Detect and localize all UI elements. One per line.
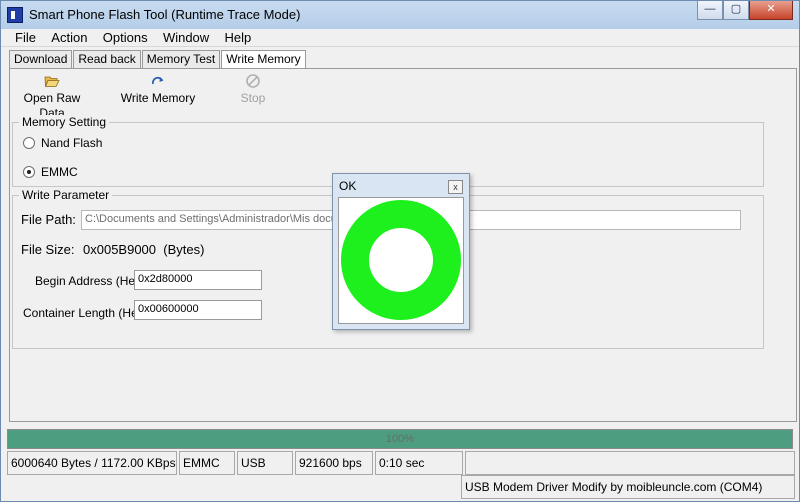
file-path-label: File Path: [21,212,76,227]
status-interface: USB [237,451,293,475]
progress-text: 100% [385,433,415,445]
radio-emmc[interactable]: EMMC [23,165,78,179]
ok-dialog-close-button[interactable]: x [448,180,463,194]
close-button[interactable]: ✕ [749,1,793,20]
open-raw-data-button[interactable]: Open Raw Data [12,73,92,121]
menu-file[interactable]: File [9,29,42,47]
menu-window[interactable]: Window [157,29,215,47]
ok-dialog-body [338,197,464,324]
status-bar: 6000640 Bytes / 1172.00 KBps EMMC USB 92… [7,451,795,475]
begin-address-field[interactable]: 0x2d80000 [134,270,262,290]
ok-dialog: OK x [332,173,470,330]
title-bar[interactable]: Smart Phone Flash Tool (Runtime Trace Mo… [1,1,799,29]
write-parameter-legend: Write Parameter [19,188,113,202]
green-ring-icon [341,200,461,320]
tab-download[interactable]: Download [9,50,73,69]
status-transfer: 6000640 Bytes / 1172.00 KBps [7,451,177,475]
file-size-value: 0x005B9000 (Bytes) [83,242,205,257]
tab-read-back[interactable]: Read back [73,50,141,69]
status-blank [465,451,795,475]
tab-memory-test[interactable]: Memory Test [141,50,221,69]
status-storage: EMMC [179,451,235,475]
folder-open-icon [44,76,60,87]
status-time: 0:10 sec [375,451,463,475]
write-memory-label: Write Memory [120,91,196,105]
ok-dialog-title: OK [339,179,357,193]
write-memory-button[interactable]: Write Memory [120,73,196,106]
status-driver: USB Modem Driver Modify by moibleuncle.c… [461,475,795,499]
window-controls: — ▢ ✕ [697,1,793,20]
maximize-button[interactable]: ▢ [723,1,749,20]
status-bar-2: USB Modem Driver Modify by moibleuncle.c… [7,475,795,499]
minimize-button[interactable]: — [697,1,723,20]
radio-nand-flash[interactable]: Nand Flash [23,136,102,150]
stop-icon [246,74,260,88]
nand-flash-radio-button[interactable] [23,137,35,149]
status-baud: 921600 bps [295,451,373,475]
nand-flash-label: Nand Flash [41,136,103,150]
menu-help[interactable]: Help [219,29,258,47]
progress-bar: 100% [7,429,793,449]
tab-write-memory[interactable]: Write Memory [221,50,306,70]
tab-strip: Download Read back Memory Test Write Mem… [9,50,307,70]
container-length-field[interactable]: 0x00600000 [134,300,262,320]
menu-bar: File Action Options Window Help [1,29,799,47]
emmc-radio-button[interactable] [23,166,35,178]
stop-button[interactable]: Stop [236,73,270,106]
file-size-label: File Size: [21,242,75,257]
menu-action[interactable]: Action [45,29,93,47]
emmc-label: EMMC [41,165,78,179]
app-icon [7,7,23,23]
memory-setting-legend: Memory Setting [19,115,110,129]
main-window: Smart Phone Flash Tool (Runtime Trace Mo… [0,0,800,502]
stop-label: Stop [240,91,266,105]
menu-options[interactable]: Options [97,29,154,47]
arrow-redo-icon [151,76,164,85]
window-title: Smart Phone Flash Tool (Runtime Trace Mo… [29,7,301,22]
